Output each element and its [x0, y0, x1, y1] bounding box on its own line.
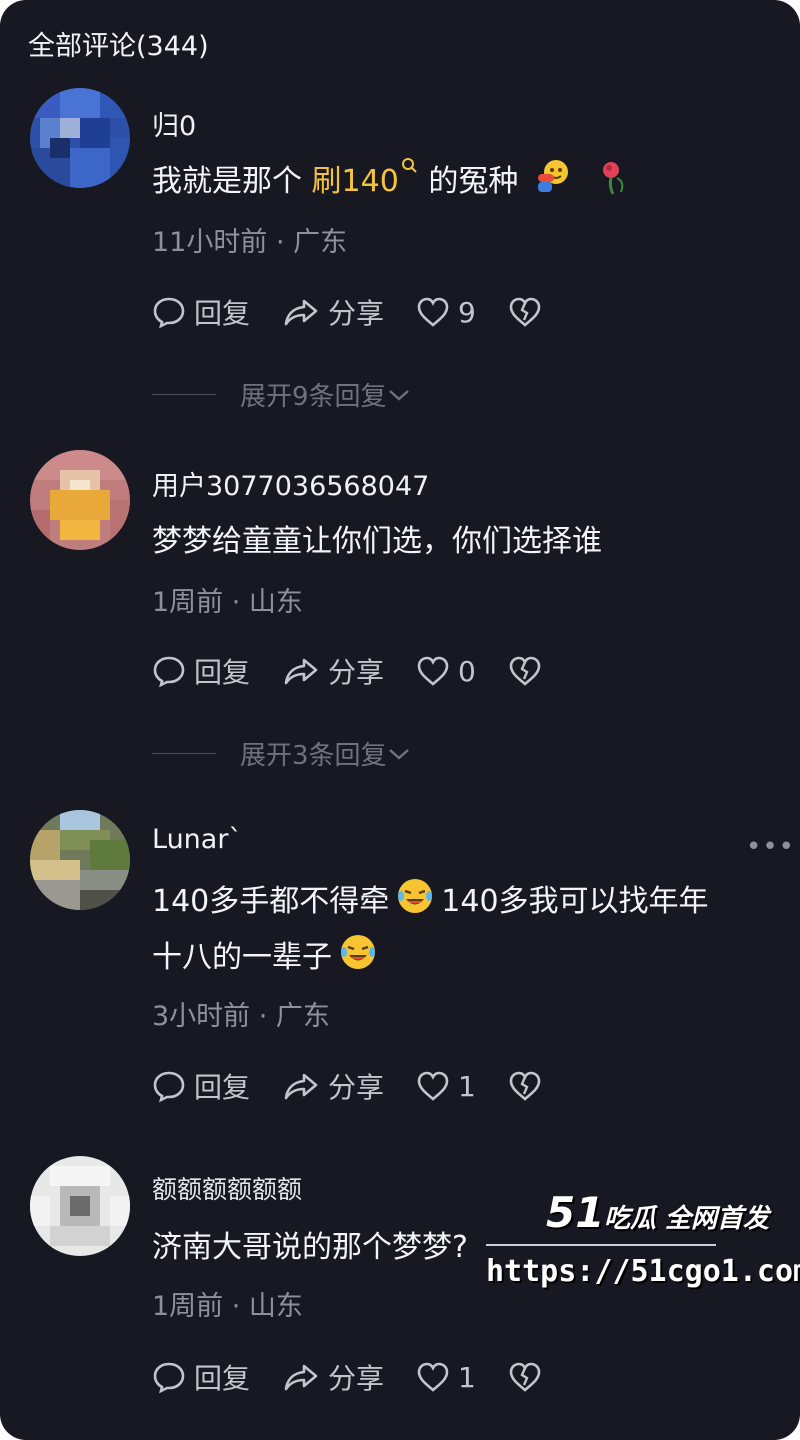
comment-text-part: 140多我可以找年年	[441, 884, 709, 919]
dislike-button[interactable]	[508, 1361, 542, 1393]
comment-actions: 回复 分享 1	[152, 1357, 574, 1397]
expand-label: 展开9条回复	[240, 382, 387, 412]
comment-actions: 回复 分享 0	[152, 651, 574, 691]
like-count: 1	[458, 1069, 476, 1103]
comment-text: 梦梦给童童让你们选，你们选择谁	[152, 524, 602, 559]
comment-meta: 11小时前 · 广东	[152, 227, 348, 258]
watermark: 51 吃瓜 全网首发 https://51cgo1.com	[486, 1188, 800, 1308]
share-button[interactable]: 分享	[282, 651, 384, 691]
dislike-button[interactable]	[508, 296, 542, 328]
like-count: 1	[458, 1360, 476, 1394]
speech-bubble-icon	[153, 1362, 185, 1394]
broken-heart-icon	[509, 1071, 541, 1101]
share-button[interactable]: 分享	[282, 1066, 384, 1106]
comment-text-part: 140多手都不得牵	[152, 884, 390, 919]
watermark-tagline: 吃瓜 全网首发	[604, 1204, 770, 1234]
rose-emoji-icon	[603, 162, 624, 195]
share-arrow-icon	[284, 1364, 318, 1391]
username[interactable]: 用户3077036568047	[152, 464, 429, 503]
avatar[interactable]	[30, 88, 130, 188]
heart-icon	[417, 656, 449, 686]
divider-line	[152, 753, 216, 754]
comment-text-part: 我就是那个	[152, 164, 312, 199]
search-keyword: 刷140	[311, 164, 399, 199]
like-button[interactable]: 0	[416, 655, 476, 688]
dislike-button[interactable]	[508, 655, 542, 687]
comment-meta: 1周前 · 山东	[152, 587, 303, 618]
watermark-url: https://51cgo1.com	[486, 1254, 800, 1289]
search-keyword-link[interactable]: 刷140	[311, 158, 419, 199]
comment-meta: 3小时前 · 广东	[152, 1001, 330, 1032]
like-button[interactable]: 9	[416, 296, 476, 329]
expand-label: 展开3条回复	[240, 741, 387, 771]
reply-label: 回复	[194, 656, 251, 689]
speech-bubble-icon	[153, 1071, 185, 1103]
comment-text: 140多手都不得牵 140多我可以找年年 十八的一辈子	[152, 874, 782, 986]
share-arrow-icon	[284, 299, 318, 326]
share-button[interactable]: 分享	[282, 1357, 384, 1397]
crying-laughing-emoji-icon	[398, 879, 433, 913]
like-button[interactable]: 1	[416, 1361, 476, 1394]
reply-label: 回复	[194, 297, 251, 330]
heart-icon	[417, 1071, 449, 1101]
expand-replies-button[interactable]: 展开3条回复	[152, 735, 411, 772]
avatar[interactable]	[30, 450, 130, 550]
watermark-divider	[486, 1244, 716, 1246]
reply-button[interactable]: 回复	[152, 1357, 250, 1397]
more-dots-icon[interactable]: •••	[746, 832, 795, 862]
comment-text-part: 的冤种	[418, 164, 519, 199]
reply-button[interactable]: 回复	[152, 1066, 250, 1106]
share-arrow-icon	[284, 658, 318, 685]
comment-text-part: 十八的一辈子	[152, 940, 332, 975]
share-label: 分享	[328, 656, 385, 689]
heart-icon	[417, 297, 449, 327]
share-label: 分享	[328, 1071, 385, 1104]
like-count: 0	[458, 654, 476, 688]
comment-meta: 1周前 · 山东	[152, 1291, 303, 1322]
dislike-button[interactable]	[508, 1070, 542, 1102]
share-label: 分享	[328, 1362, 385, 1395]
avatar[interactable]	[30, 1156, 130, 1256]
comment-text: 我就是那个 刷140 的冤种	[152, 154, 782, 210]
hug-emoji-icon	[537, 160, 568, 192]
chevron-down-icon	[388, 389, 409, 401]
crying-laughing-emoji-icon	[341, 935, 375, 969]
share-arrow-icon	[284, 1073, 318, 1100]
comments-panel: 全部评论(344) 归0 我就是那个 刷140 的冤种 11小时前 · 广东 回…	[0, 0, 800, 1440]
share-button[interactable]: 分享	[282, 292, 384, 332]
reply-label: 回复	[194, 1362, 251, 1395]
speech-bubble-icon	[153, 297, 185, 329]
speech-bubble-icon	[153, 656, 185, 688]
broken-heart-icon	[509, 297, 541, 327]
divider-line	[152, 394, 216, 395]
like-button[interactable]: 1	[416, 1070, 476, 1103]
reply-label: 回复	[194, 1071, 251, 1104]
comment-actions: 回复 分享 9	[152, 292, 574, 332]
search-icon	[401, 158, 417, 173]
username[interactable]: 额额额额额额	[152, 1170, 302, 1206]
broken-heart-icon	[509, 656, 541, 686]
broken-heart-icon	[509, 1362, 541, 1392]
comment-actions: 回复 分享 1	[152, 1066, 574, 1106]
like-count: 9	[458, 295, 476, 329]
heart-icon	[417, 1362, 449, 1392]
reply-button[interactable]: 回复	[152, 292, 250, 332]
share-label: 分享	[328, 297, 385, 330]
avatar[interactable]	[30, 810, 130, 910]
expand-replies-button[interactable]: 展开9条回复	[152, 376, 411, 413]
username[interactable]: Lunar`	[152, 824, 242, 855]
comments-header: 全部评论(344)	[28, 31, 209, 62]
chevron-down-icon	[388, 748, 409, 760]
username[interactable]: 归0	[152, 104, 196, 143]
reply-button[interactable]: 回复	[152, 651, 250, 691]
watermark-logo: 51	[546, 1188, 605, 1237]
